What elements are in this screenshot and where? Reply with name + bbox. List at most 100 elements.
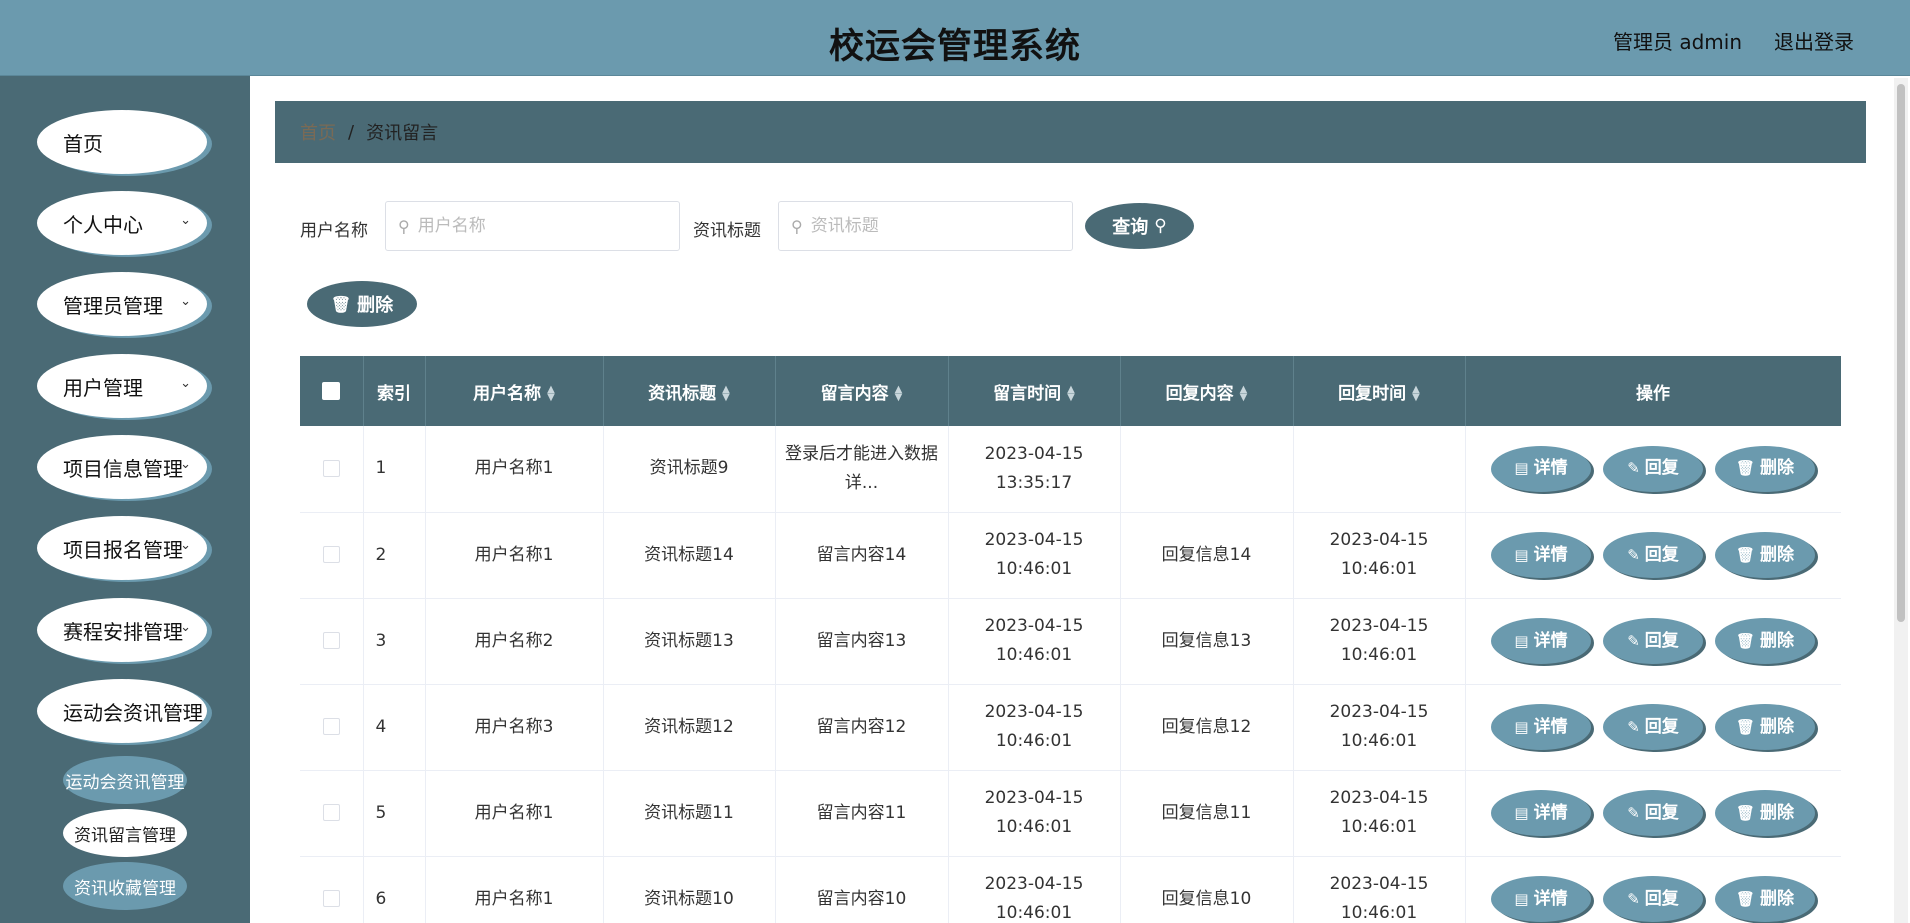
sort-icon[interactable]: ▲ ▼ bbox=[1240, 384, 1248, 402]
table-header-row: 索引 用户名称 ▲ ▼ 资讯标题 ▲ ▼ 留言内容 ▲ ▼ 留言时间 ▲ ▼ 回复内容 ▲ ▼ 回复… bbox=[300, 356, 1841, 426]
document-icon: ▤ bbox=[1514, 717, 1529, 736]
reply-button-label: 回复 bbox=[1644, 716, 1679, 737]
delete-button[interactable]: 🗑 删除 bbox=[1715, 618, 1815, 664]
row-checkbox[interactable] bbox=[322, 459, 340, 477]
reply-button[interactable]: ✎ 回复 bbox=[1603, 445, 1703, 492]
row-checkbox[interactable] bbox=[322, 804, 340, 821]
delete-button[interactable]: 🗑 删除 bbox=[1715, 876, 1815, 922]
sort-icon[interactable]: ▲ ▼ bbox=[895, 384, 903, 402]
detail-button-label: 详情 bbox=[1533, 458, 1568, 479]
trash-icon: 🗑 bbox=[1735, 545, 1756, 564]
logout-button[interactable]: 退出登录 bbox=[1774, 26, 1854, 55]
reply-button-label: 回复 bbox=[1644, 544, 1679, 565]
row-checkbox[interactable] bbox=[322, 718, 340, 735]
username-input[interactable] bbox=[417, 216, 648, 236]
document-icon: ▤ bbox=[1514, 545, 1529, 564]
sort-icon[interactable]: ▲ ▼ bbox=[1412, 384, 1420, 402]
select-all-checkbox[interactable] bbox=[322, 382, 341, 400]
reply-button[interactable]: ✎ 回复 bbox=[1603, 618, 1703, 664]
search-icon: ⚲ bbox=[791, 216, 803, 236]
column-header-content[interactable]: 留言内容 ▲ ▼ bbox=[775, 356, 949, 426]
breadcrumb-home[interactable]: 首页 bbox=[300, 119, 336, 145]
scrollbar-thumb[interactable] bbox=[1897, 84, 1905, 622]
delete-button[interactable]: 🗑 删除 bbox=[1715, 790, 1815, 836]
row-checkbox[interactable] bbox=[322, 546, 340, 563]
sidebar-item-home[interactable]: 首页 bbox=[37, 110, 207, 174]
chevron-down-icon: ⌄ bbox=[180, 701, 191, 716]
sidebar-subitem-news-comments[interactable]: 资讯留言管理 bbox=[63, 809, 187, 857]
cell-content: 留言内容10 bbox=[775, 856, 949, 923]
detail-button[interactable]: ▤ 详情 bbox=[1491, 704, 1591, 750]
column-header-label: 留言时间 bbox=[993, 383, 1062, 404]
detail-button[interactable]: ▤ 详情 bbox=[1491, 445, 1591, 492]
detail-button[interactable]: ▤ 详情 bbox=[1491, 532, 1591, 578]
reply-button[interactable]: ✎ 回复 bbox=[1603, 790, 1703, 836]
sidebar-item-label: 项目报名管理 bbox=[63, 537, 183, 562]
news-title-input[interactable] bbox=[810, 216, 1041, 236]
cell-index: 2 bbox=[363, 512, 426, 599]
reply-button[interactable]: ✎ 回复 bbox=[1603, 532, 1703, 578]
reply-button[interactable]: ✎ 回复 bbox=[1603, 704, 1703, 750]
sort-icon[interactable]: ▲ ▼ bbox=[722, 384, 730, 402]
document-icon: ▤ bbox=[1514, 631, 1529, 650]
batch-delete-button[interactable]: 🗑 删除 bbox=[307, 281, 417, 327]
detail-button[interactable]: ▤ 详情 bbox=[1491, 876, 1591, 922]
sort-icon[interactable]: ▲ ▼ bbox=[547, 384, 555, 402]
cell-news-title: 资讯标题10 bbox=[603, 856, 776, 923]
sidebar-item-schedule[interactable]: 赛程安排管理 ⌄ bbox=[37, 598, 207, 662]
cell-reply: 回复信息11 bbox=[1120, 770, 1294, 857]
reply-button-label: 回复 bbox=[1644, 458, 1679, 479]
cell-time: 2023-04-15 10:46:01 bbox=[948, 856, 1121, 923]
document-icon: ▤ bbox=[1514, 889, 1529, 908]
current-user: 管理员 admin bbox=[1612, 30, 1742, 54]
detail-button[interactable]: ▤ 详情 bbox=[1491, 790, 1591, 836]
sidebar-item-personal-center[interactable]: 个人中心 ⌄ bbox=[37, 191, 207, 255]
cell-index: 3 bbox=[363, 598, 426, 685]
detail-button-label: 详情 bbox=[1533, 802, 1568, 823]
cell-username: 用户名称2 bbox=[425, 598, 604, 685]
column-header-news-title[interactable]: 资讯标题 ▲ ▼ bbox=[603, 356, 776, 426]
chevron-down-icon: ⌄ bbox=[180, 538, 191, 553]
reply-button-label: 回复 bbox=[1644, 802, 1679, 823]
cell-time: 2023-04-15 10:46:01 bbox=[948, 598, 1121, 685]
column-header-time[interactable]: 留言时间 ▲ ▼ bbox=[948, 356, 1121, 426]
row-checkbox[interactable] bbox=[322, 632, 340, 649]
sidebar-item-project-info[interactable]: 项目信息管理 ⌄ bbox=[37, 435, 207, 499]
sort-icon[interactable]: ▲ ▼ bbox=[1067, 384, 1075, 402]
delete-button[interactable]: 🗑 删除 bbox=[1715, 532, 1815, 578]
row-select-cell bbox=[300, 684, 364, 771]
sidebar-item-project-signup[interactable]: 项目报名管理 ⌄ bbox=[37, 516, 207, 580]
trash-icon: 🗑 bbox=[1735, 717, 1756, 736]
app-header: 校运会管理系统 管理员 admin 退出登录 bbox=[0, 0, 1910, 76]
delete-button-label: 删除 bbox=[1760, 630, 1795, 651]
batch-delete-label: 删除 bbox=[357, 295, 394, 316]
column-header-reply-time[interactable]: 回复时间 ▲ ▼ bbox=[1293, 356, 1466, 426]
delete-button-label: 删除 bbox=[1760, 888, 1795, 909]
page-scrollbar[interactable] bbox=[1894, 78, 1908, 923]
sidebar-subitem-news[interactable]: 运动会资讯管理 bbox=[63, 756, 187, 804]
column-header-label: 索引 bbox=[377, 383, 411, 404]
query-button-label: 查询 bbox=[1112, 217, 1149, 238]
row-checkbox[interactable] bbox=[322, 890, 340, 907]
sidebar-item-user-management[interactable]: 用户管理 ⌄ bbox=[37, 354, 207, 418]
sidebar-subitem-label: 资讯留言管理 bbox=[74, 825, 176, 846]
column-header-reply[interactable]: 回复内容 ▲ ▼ bbox=[1120, 356, 1294, 426]
delete-button[interactable]: 🗑 删除 bbox=[1715, 704, 1815, 750]
cell-index: 5 bbox=[363, 770, 426, 857]
cell-content: 留言内容12 bbox=[775, 684, 949, 771]
sidebar-item-admin-management[interactable]: 管理员管理 ⌄ bbox=[37, 272, 207, 336]
cell-username: 用户名称1 bbox=[425, 512, 604, 599]
column-header-username[interactable]: 用户名称 ▲ ▼ bbox=[425, 356, 604, 426]
news-title-label: 资讯标题 bbox=[693, 221, 761, 241]
reply-button[interactable]: ✎ 回复 bbox=[1603, 876, 1703, 922]
sidebar-subitem-label: 运动会资讯管理 bbox=[65, 772, 185, 793]
table-row: 1 用户名称1 资讯标题9 登录后才能进入数据详... 2023-04-15 13:35… bbox=[300, 426, 1841, 513]
pencil-icon: ✎ bbox=[1627, 889, 1640, 908]
cell-content: 留言内容13 bbox=[775, 598, 949, 685]
delete-button[interactable]: 🗑 删除 bbox=[1715, 445, 1815, 492]
sidebar-subitem-news-favorites[interactable]: 资讯收藏管理 bbox=[63, 862, 187, 910]
sidebar-item-news-management[interactable]: 运动会资讯管理 ⌄ bbox=[37, 679, 207, 743]
detail-button[interactable]: ▤ 详情 bbox=[1491, 618, 1591, 664]
query-button[interactable]: 查询 ⚲ bbox=[1085, 203, 1194, 249]
cell-news-title: 资讯标题12 bbox=[603, 684, 776, 771]
